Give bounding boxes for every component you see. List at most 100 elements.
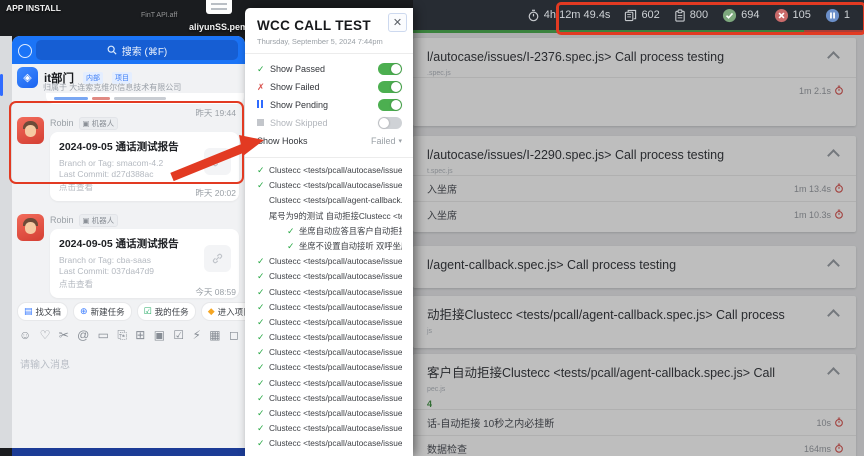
image-icon[interactable]: ▣	[154, 329, 165, 341]
desktop-label[interactable]: APP INSTALL	[6, 3, 61, 13]
test-row[interactable]: 入坐席1m 10.3s	[413, 201, 856, 227]
suite-header[interactable]: 客户自动拒接Clustecc <tests/pcall/agent-callba…	[413, 354, 856, 383]
close-icon[interactable]: ✕	[388, 13, 407, 32]
show-hooks-row: Show Hooks Failed ▾	[257, 132, 402, 150]
suite-header[interactable]: 动拒接Clustecc <tests/pcall/agent-callback.…	[413, 296, 856, 325]
hooks-select[interactable]: Failed	[371, 136, 396, 146]
clipped-text-fragment	[114, 97, 166, 100]
nav-test-item[interactable]: ✓Clustecc <tests/pcall/autocase/issues/I…	[257, 437, 402, 452]
nav-test-item[interactable]: ✓Clustecc <tests/pcall/autocase/issues/I…	[257, 164, 402, 179]
suite-title: l/autocase/issues/I-2290.spec.js> Call p…	[427, 147, 724, 163]
sender-name: Robin	[50, 215, 74, 225]
nav-test-item[interactable]: ✓坐席自动应答且客户自动拒接Clus…	[257, 225, 402, 240]
back-icon[interactable]	[18, 44, 32, 58]
stopwatch-icon	[834, 85, 844, 97]
link-icon[interactable]	[204, 245, 231, 272]
calendar-icon[interactable]: ▦	[209, 329, 220, 341]
chat-bottom-bar	[12, 448, 245, 456]
checkbox-icon[interactable]: ☑	[173, 329, 184, 341]
nav-test-item[interactable]: ✓Clustecc <tests/pcall/autocase/issues/I…	[257, 331, 402, 346]
test-row[interactable]: 话-自动拒接 10秒之内必挂断10s	[413, 409, 856, 435]
nav-test-item[interactable]: ✓坐席不设置自动接听 双呼坐席拒…	[257, 240, 402, 255]
test-row[interactable]: 入坐席1m 13.4s	[413, 175, 856, 201]
robin-avatar[interactable]	[17, 214, 44, 241]
quick-action-plus-circle[interactable]: ⊕新建任务	[73, 302, 132, 321]
folder-icon[interactable]: ⊞	[135, 329, 145, 341]
nav-test-item[interactable]: ✓Clustecc <tests/pcall/autocase/issues/I…	[257, 286, 402, 301]
suites-icon	[624, 9, 637, 22]
robin-avatar[interactable]	[17, 117, 44, 144]
suite-title: l/agent-callback.spec.js> Call process t…	[427, 257, 676, 273]
passed-check-icon: ✓	[257, 179, 269, 191]
test-duration: 164ms	[804, 443, 844, 455]
passed-icon	[722, 8, 737, 23]
nav-test-label: Clustecc <tests/pcall/autocase/issues/I-…	[269, 286, 402, 298]
report-stats: 4h 12m 49.4s6028006941051	[527, 0, 850, 30]
clipped-message[interactable]	[46, 93, 244, 104]
file-icon[interactable]	[206, 0, 232, 14]
collapse-chevron-icon[interactable]	[827, 149, 840, 162]
lightning-icon[interactable]: ⚡	[193, 329, 201, 341]
nav-test-item[interactable]: ✓Clustecc <tests/pcall/autocase/issues/I…	[257, 361, 402, 376]
test-row[interactable]: 1m 2.1s	[413, 77, 856, 103]
filter-label: Show Passed	[270, 64, 378, 74]
collapse-chevron-icon[interactable]	[827, 367, 840, 380]
desktop-label[interactable]: aliyunSS.pem	[189, 22, 248, 32]
nav-test-item[interactable]: ✓Clustecc <tests/pcall/autocase/issues/I…	[257, 407, 402, 422]
nav-test-item[interactable]: ✓Clustecc <tests/pcall/autocase/issues/I…	[257, 453, 402, 456]
nav-test-item[interactable]: ✓Clustecc <tests/pcall/autocase/issues/I…	[257, 346, 402, 361]
desktop-label[interactable]: FinT API.aff	[141, 12, 177, 19]
search-input[interactable]: 搜索 (⌘F)	[36, 40, 238, 60]
project-icon: ◆	[208, 307, 215, 316]
message-input[interactable]: 请输入消息	[20, 356, 70, 371]
toggle-switch[interactable]	[378, 81, 402, 93]
nav-test-item[interactable]: ✓Clustecc <tests/pcall/autocase/issues/I…	[257, 377, 402, 392]
passed-check-icon: ✓	[257, 407, 269, 419]
toggle-switch[interactable]	[378, 63, 402, 75]
collapse-chevron-icon[interactable]	[827, 51, 840, 64]
nav-test-label: Clustecc <tests/pcall/autocase/issues/I-…	[269, 255, 402, 267]
suite-header[interactable]: l/autocase/issues/I-2376.spec.js> Call p…	[413, 38, 856, 67]
suite-title: 客户自动拒接Clustecc <tests/pcall/agent-callba…	[427, 365, 775, 381]
file-add-icon[interactable]: ⎘	[117, 329, 127, 341]
nav-test-item[interactable]: Clustecc <tests/pcall/agent-callback.spe…	[257, 194, 402, 209]
nav-test-item[interactable]: ✓Clustecc <tests/pcall/autocase/issues/I…	[257, 392, 402, 407]
nav-test-label: Clustecc <tests/pcall/autocase/issues/I-…	[269, 392, 402, 404]
suite-card: l/agent-callback.spec.js> Call process t…	[413, 246, 856, 288]
card-icon[interactable]: ▭	[98, 329, 109, 341]
link-icon[interactable]	[204, 148, 231, 175]
stat-tests: 800	[674, 9, 708, 22]
nav-test-item[interactable]: ✓Clustecc <tests/pcall/autocase/issues/I…	[257, 316, 402, 331]
suite-header[interactable]: l/agent-callback.spec.js> Call process t…	[413, 246, 856, 275]
nav-test-item[interactable]: 尾号为9的测试 自动拒接Clustecc <tests/…	[257, 210, 402, 225]
thumb-icon[interactable]: ♡	[40, 329, 51, 341]
suite-filename: js	[413, 325, 856, 335]
passed-check-icon: ✓	[257, 346, 269, 358]
collapse-chevron-icon[interactable]	[827, 259, 840, 272]
nav-test-item[interactable]: ✓Clustecc <tests/pcall/autocase/issues/I…	[257, 255, 402, 270]
passed-check-icon: ✓	[257, 331, 269, 343]
stat-pending: 1	[825, 8, 850, 23]
scissors-icon[interactable]: ✂	[59, 329, 69, 341]
passed-check-icon: ✓	[257, 286, 269, 298]
stat-value: 105	[793, 9, 811, 21]
quick-actions: ▤找文档⊕新建任务☑我的任务◆进入项目↻更多	[17, 302, 245, 321]
collapse-chevron-icon[interactable]	[827, 309, 840, 322]
suite-header[interactable]: l/autocase/issues/I-2290.spec.js> Call p…	[413, 136, 856, 165]
nav-test-item[interactable]: ✓Clustecc <tests/pcall/autocase/issues/I…	[257, 179, 402, 194]
quick-action-project[interactable]: ◆进入项目	[201, 302, 245, 321]
nav-test-item[interactable]: ✓Clustecc <tests/pcall/autocase/issues/I…	[257, 422, 402, 437]
report-navbar: 4h 12m 49.4s6028006941051	[413, 0, 864, 30]
passed-check-icon: ✓	[257, 437, 269, 449]
report-nav-panel: WCC CALL TEST ✕ Thursday, September 5, 2…	[245, 8, 413, 456]
emoji-icon[interactable]: ☺	[19, 329, 31, 341]
nav-test-item[interactable]: ✓Clustecc <tests/pcall/autocase/issues/I…	[257, 301, 402, 316]
video-icon[interactable]: ◻	[229, 329, 239, 341]
quick-action-task-check[interactable]: ☑我的任务	[137, 302, 196, 321]
mention-icon[interactable]: @	[77, 329, 89, 341]
toggle-switch[interactable]	[378, 117, 402, 129]
toggle-switch[interactable]	[378, 99, 402, 111]
test-row[interactable]: 数据检查164ms	[413, 435, 856, 456]
nav-test-item[interactable]: ✓Clustecc <tests/pcall/autocase/issues/I…	[257, 270, 402, 285]
quick-action-doc-search[interactable]: ▤找文档	[17, 302, 68, 321]
